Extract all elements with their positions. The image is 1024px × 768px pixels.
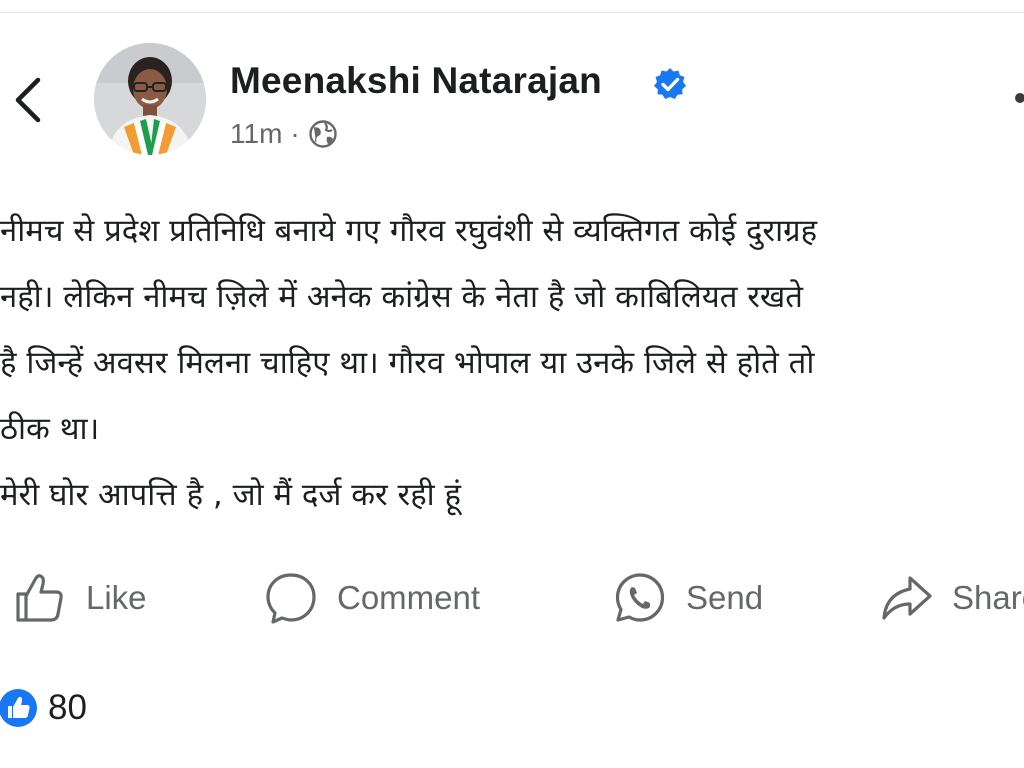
post-time[interactable]: 11m: [230, 118, 282, 150]
share-button[interactable]: Share: [878, 568, 1024, 628]
like-label: Like: [86, 579, 147, 616]
post-meta: 11m ·: [230, 116, 338, 152]
comment-icon: [266, 573, 316, 624]
top-divider: [0, 0, 1024, 13]
whatsapp-icon: [615, 573, 665, 622]
avatar-photo: [94, 43, 206, 155]
share-label: Share: [952, 579, 1024, 616]
back-button[interactable]: [8, 72, 48, 128]
action-bar: Like Comment Send Share: [0, 568, 1024, 628]
reactions-summary[interactable]: 80: [0, 686, 87, 730]
send-label: Send: [686, 579, 764, 616]
thumbs-up-icon: [16, 574, 63, 622]
verified-badge-icon: [654, 68, 686, 99]
post-text-line: नीमच से प्रदेश प्रतिनिधि बनाये गए गौरव र…: [0, 213, 818, 249]
post-text-line: है जिन्हें अवसर मिलना चाहिए था। गौरव भोप…: [0, 345, 815, 381]
chevron-left-icon: [15, 77, 41, 123]
share-arrow-icon: [882, 576, 932, 620]
send-button[interactable]: Send: [612, 568, 763, 628]
like-button[interactable]: Like: [12, 568, 147, 628]
globe-icon[interactable]: [308, 119, 338, 149]
author-name[interactable]: Meenakshi Natarajan: [230, 60, 602, 102]
post-text-line: ठीक था।: [0, 411, 100, 447]
comment-label: Comment: [337, 579, 481, 616]
more-options-button[interactable]: [1015, 93, 1024, 103]
like-reaction-icon: [0, 689, 37, 727]
post-text-line: नही। लेकिन नीमच ज़िले में अनेक कांग्रेस …: [0, 279, 803, 315]
reaction-count: 80: [48, 688, 87, 727]
post-text-line: मेरी घोर आपत्ति है , जो मैं दर्ज कर रही …: [0, 477, 462, 513]
comment-button[interactable]: Comment: [263, 568, 480, 628]
author-avatar[interactable]: [94, 43, 206, 155]
meta-separator: ·: [290, 118, 300, 149]
post-text: नीमच से प्रदेश प्रतिनिधि बनाये गए गौरव र…: [0, 198, 1024, 528]
